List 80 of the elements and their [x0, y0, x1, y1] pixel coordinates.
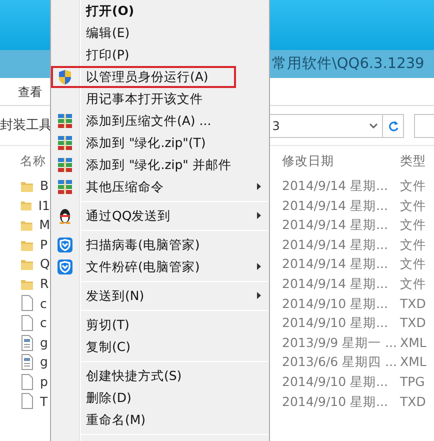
modified-date: 2014/9/14 星期...	[282, 177, 389, 195]
xml-file-icon	[20, 354, 34, 370]
submenu-arrow-icon	[257, 292, 261, 299]
file-type: 文件	[400, 216, 427, 234]
file-name[interactable]: p	[40, 372, 48, 392]
chevron-down-icon	[368, 122, 378, 128]
file-type: TXD	[400, 314, 427, 332]
shield-icon	[57, 69, 73, 85]
menu-item[interactable]: 用记事本打开该文件	[51, 88, 269, 110]
file-name[interactable]: I1	[38, 196, 50, 216]
file-name[interactable]: g	[40, 352, 48, 372]
menu-item[interactable]: 复制(C)	[51, 336, 269, 358]
menu-item[interactable]: 通过QQ发送到	[51, 205, 269, 227]
modified-date: 2014/9/14 星期...	[282, 196, 389, 215]
menu-item[interactable]: 扫描病毒(电脑管家)	[51, 234, 269, 256]
modified-date: 2014/9/14 星期...	[282, 236, 389, 254]
file-type: XML	[400, 334, 428, 352]
menu-item[interactable]: 添加到压缩文件(A) ...	[51, 110, 269, 132]
submenu-arrow-icon	[257, 263, 261, 270]
modified-date: 2013/6/6 星期四 ...	[282, 353, 398, 372]
menu-item[interactable]: 打开(O)	[51, 0, 269, 22]
ribbon-group-label: 封装工具	[0, 116, 52, 135]
file-type: 文件	[400, 274, 427, 293]
modified-date: 2014/9/10 星期...	[282, 392, 389, 411]
archive-icon	[57, 157, 73, 173]
menu-item[interactable]: 剪切(T)	[51, 314, 269, 336]
file-name[interactable]: P	[40, 234, 48, 254]
file-type: 文件	[400, 177, 427, 195]
file-type: TXD	[400, 294, 427, 313]
file-type: 文件	[400, 236, 427, 254]
file-name[interactable]: c	[40, 313, 47, 333]
modified-date: 2014/9/14 星期...	[282, 216, 389, 234]
column-header[interactable]: 修改日期	[282, 146, 400, 176]
archive-icon	[57, 179, 73, 195]
file-icon	[20, 314, 34, 331]
submenu-arrow-icon	[257, 183, 261, 190]
file-name[interactable]: T	[40, 392, 48, 412]
archive-icon	[57, 135, 73, 151]
refresh-icon	[388, 120, 399, 132]
menu-item[interactable]: 添加到 "绿化.zip" 并邮件	[51, 154, 269, 176]
file-name[interactable]: g	[40, 332, 48, 352]
file-type: TPG	[400, 372, 426, 391]
menu-item[interactable]: 发送到(N)	[51, 285, 269, 307]
column-header[interactable]: 名称	[0, 146, 50, 176]
file-name[interactable]: B	[40, 176, 49, 196]
refresh-button[interactable]	[382, 114, 404, 138]
modified-date: 2014/9/10 星期...	[282, 294, 389, 313]
file-icon	[20, 295, 34, 312]
ribbon-tab[interactable]: 查看	[18, 85, 42, 99]
menu-item[interactable]: 添加到 "绿化.zip"(T)	[51, 132, 269, 154]
file-name[interactable]: Q	[40, 254, 50, 274]
file-name[interactable]: R	[40, 274, 49, 294]
shield-icon	[57, 237, 73, 253]
penguin-icon	[57, 208, 73, 224]
file-type: 文件	[400, 196, 427, 215]
shield-icon	[57, 259, 73, 275]
file-name[interactable]: M	[39, 215, 50, 235]
menu-item[interactable]: 其他压缩命令	[51, 176, 269, 198]
menu-item[interactable]: 创建快捷方式(S)	[51, 365, 269, 387]
menu-item[interactable]: 文件粉碎(电脑管家)	[51, 256, 269, 278]
xml-file-icon	[20, 334, 34, 351]
file-type: 文件	[400, 255, 427, 274]
archive-icon	[57, 113, 73, 129]
menu-item[interactable]: 重命名(M)	[51, 409, 269, 431]
submenu-arrow-icon	[257, 212, 261, 219]
file-name[interactable]: c	[40, 294, 47, 314]
modified-date: 2014/9/14 星期...	[282, 255, 389, 274]
modified-date: 2014/9/14 星期...	[282, 274, 389, 293]
modified-date: 2014/9/10 星期...	[282, 314, 389, 332]
file-type: XML	[400, 353, 428, 372]
file-icon	[20, 374, 34, 390]
menu-item[interactable]: 删除(D)	[51, 387, 269, 409]
search-field[interactable]	[414, 114, 434, 138]
column-header[interactable]: 类型	[400, 146, 434, 176]
modified-date: 2014/9/10 星期...	[282, 372, 389, 391]
file-icon	[20, 393, 34, 410]
menu-item[interactable]: 编辑(E)	[51, 22, 269, 44]
file-type: TXD	[400, 392, 427, 411]
modified-date: 2013/9/9 星期一 ...	[282, 334, 398, 352]
folder-icon	[20, 257, 34, 272]
